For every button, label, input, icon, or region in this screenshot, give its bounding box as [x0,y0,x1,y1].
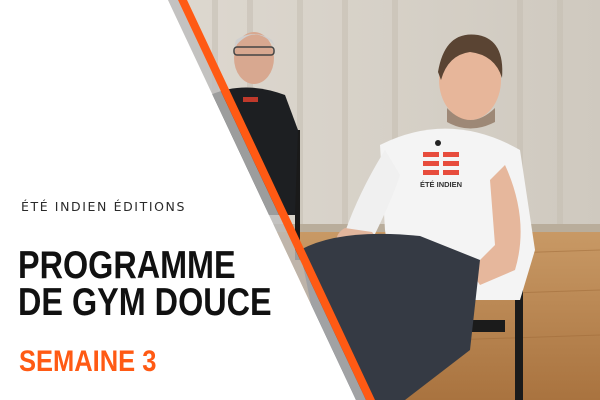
shirt-text: ÉTÉ INDIEN [420,180,462,189]
program-title-line-1: PROGRAMME [18,244,236,287]
shirt-logo-icon [423,152,459,175]
week-label: SEMAINE 3 [19,345,157,378]
program-title-line-2: DE GYM DOUCE [18,281,272,324]
publisher-label: ÉTÉ INDIEN ÉDITIONS [21,199,187,214]
